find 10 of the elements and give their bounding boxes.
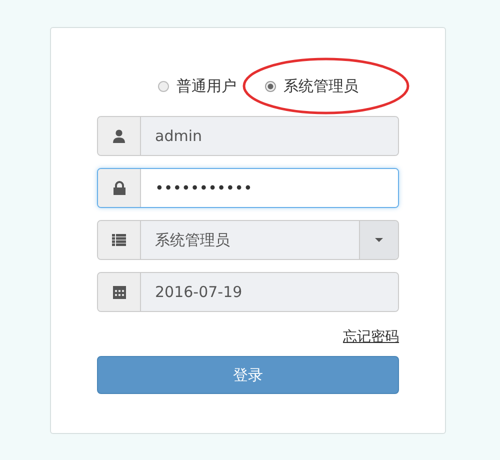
forgot-password-link[interactable]: 忘记密码	[343, 328, 399, 346]
caret-icon	[375, 238, 383, 242]
input-group[interactable]: •••••••••••	[97, 168, 399, 208]
calendar-icon	[112, 285, 126, 299]
role-radio[interactable]: 普通用户	[158, 74, 236, 98]
lock-icon	[112, 181, 126, 195]
radio-dot[interactable]	[158, 80, 168, 92]
user-icon	[112, 129, 126, 143]
radio-dot[interactable]	[264, 80, 276, 92]
list-icon	[112, 234, 126, 246]
